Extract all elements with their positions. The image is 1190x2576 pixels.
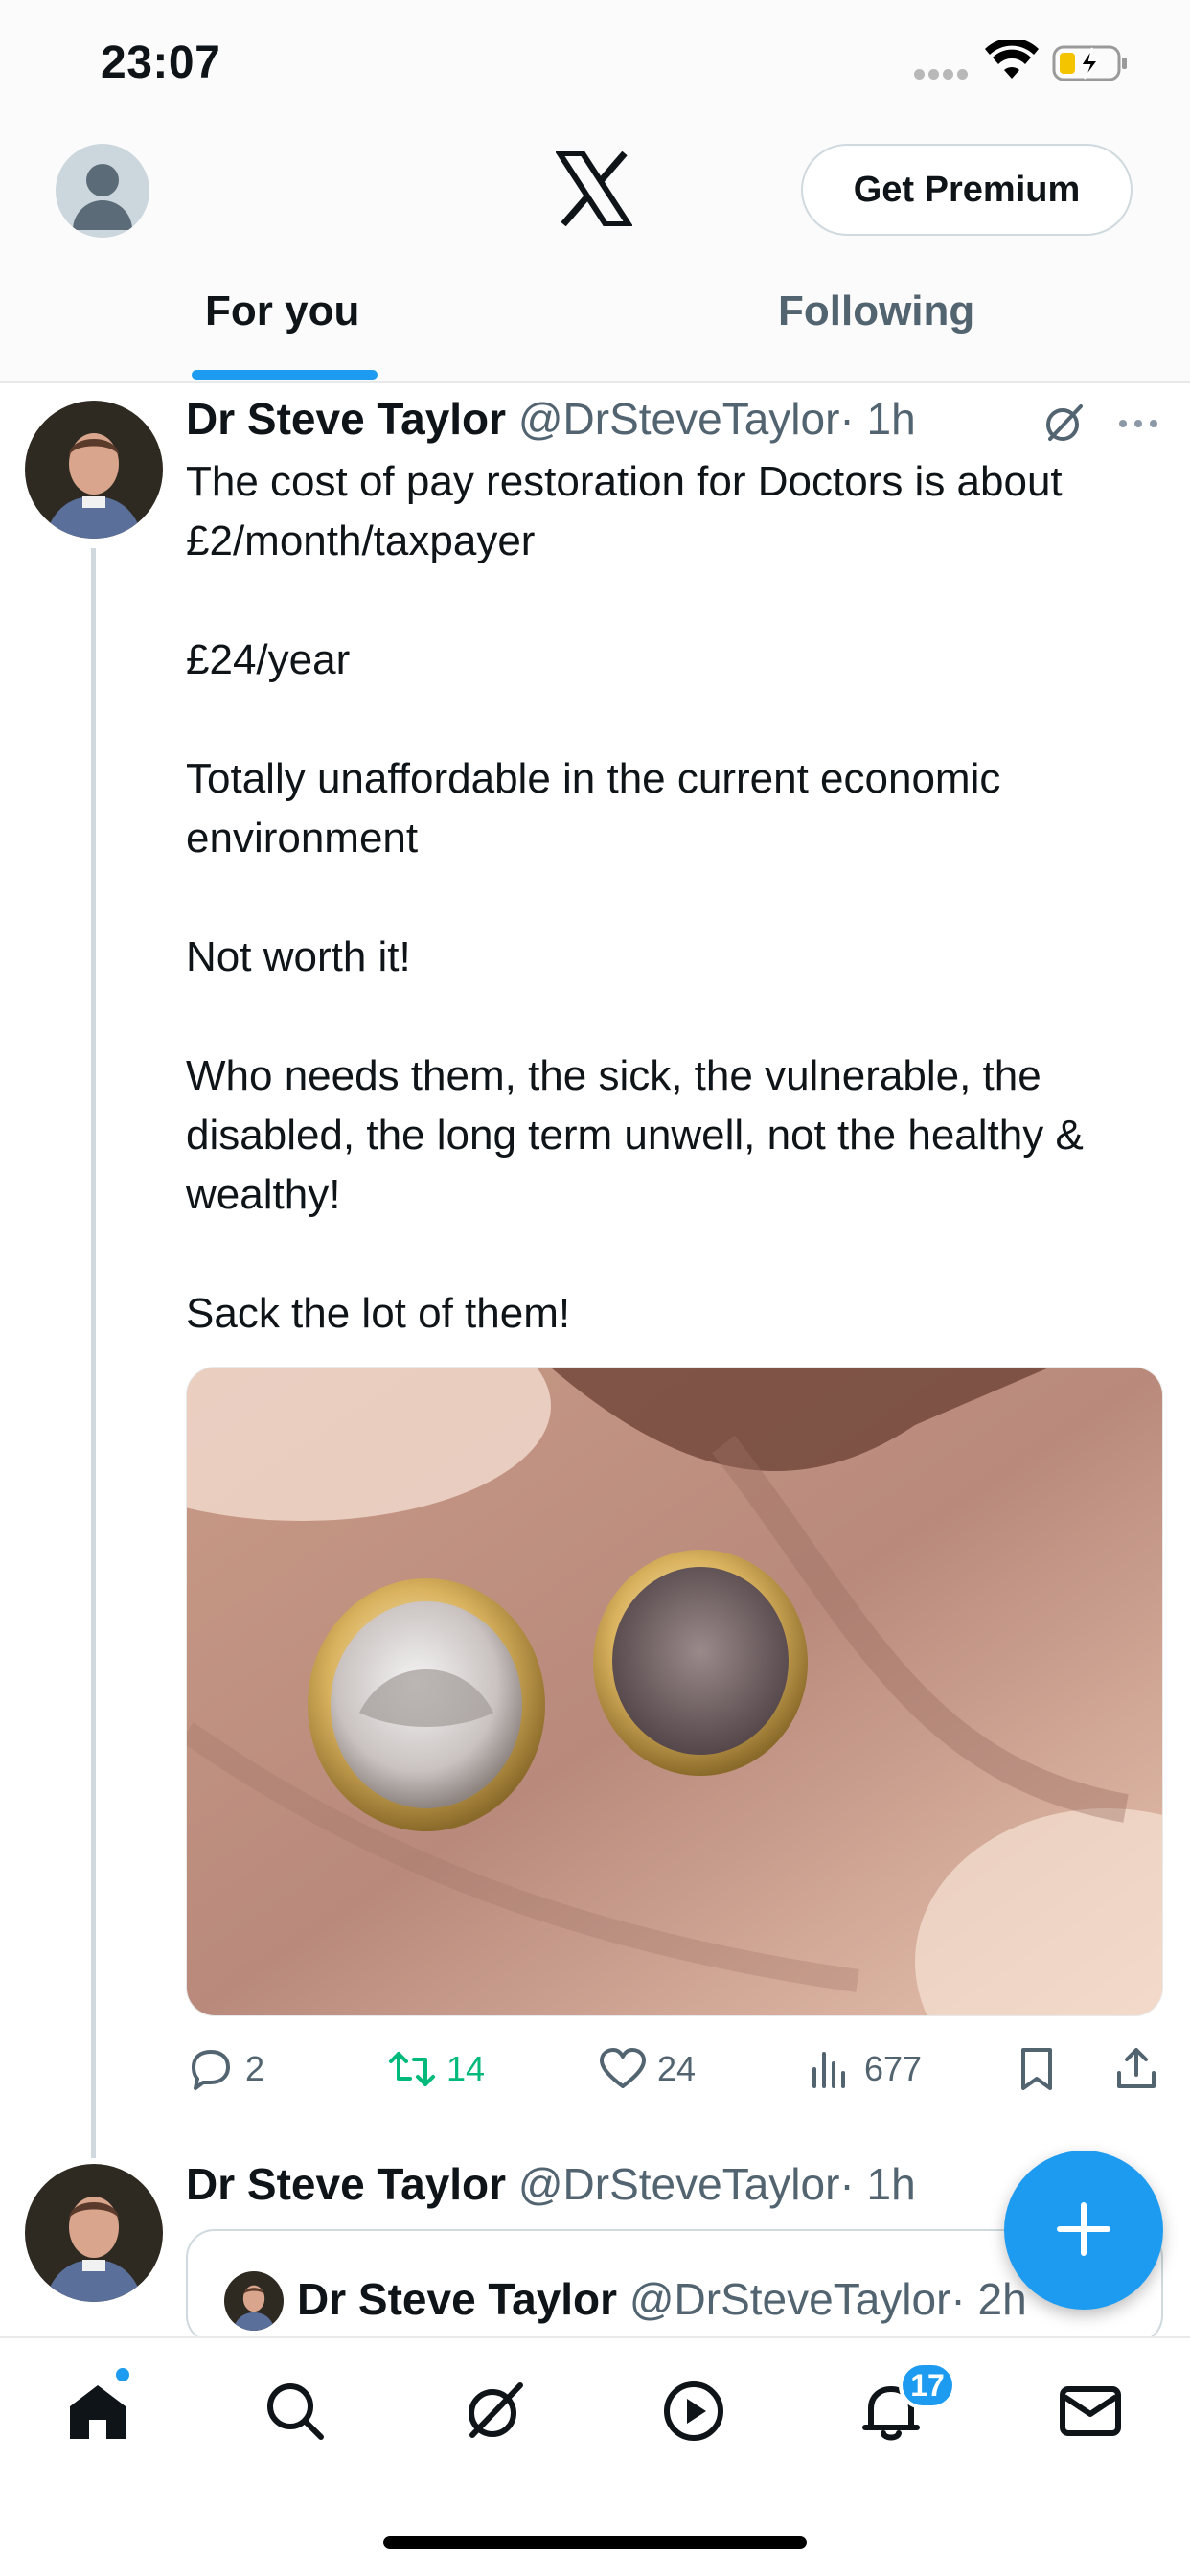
app-header: Get Premium For you Following	[0, 134, 1190, 383]
tweet-paragraph: Not worth it!	[186, 933, 411, 980]
grok-icon	[469, 2382, 523, 2438]
search-icon	[267, 2383, 324, 2440]
quoted-tweet-time: · 2h	[950, 2274, 1027, 2324]
wifi-icon	[985, 40, 1039, 79]
nav-search[interactable]	[257, 2373, 333, 2450]
play-icon	[664, 2381, 723, 2441]
tweet-paragraph: Totally unaffordable in the current econ…	[186, 755, 1001, 862]
nav-grok[interactable]	[456, 2373, 533, 2450]
tweet-paragraph: Who needs them, the sick, the vulnerable…	[186, 1052, 1084, 1218]
plus-icon	[1057, 2201, 1110, 2256]
reply-count: 2	[245, 2049, 265, 2088]
signal-icon	[914, 69, 970, 80]
author-photo	[25, 2164, 163, 2302]
active-tab-indicator	[192, 370, 378, 380]
status-bar: 23:07	[0, 0, 1190, 134]
view-count: 677	[864, 2049, 923, 2088]
author-name[interactable]: Dr Steve Taylor	[186, 2159, 506, 2209]
default-avatar-icon	[73, 164, 132, 230]
author-photo	[25, 401, 163, 539]
tweet-paragraph: The cost of pay restoration for Doctors …	[186, 458, 1063, 564]
battery-charging-icon	[1052, 45, 1127, 81]
quoted-tweet-header: Dr Steve Taylor @DrSteveTaylor· 2h	[297, 2273, 1027, 2325]
x-logo-icon[interactable]	[556, 151, 632, 226]
tweet-body: The cost of pay restoration for Doctors …	[186, 452, 1163, 1344]
author-name[interactable]: Dr Steve Taylor	[186, 394, 506, 444]
reply-icon	[192, 2050, 230, 2090]
views-button[interactable]: 677	[805, 2036, 922, 2103]
profile-avatar-button[interactable]	[56, 144, 149, 238]
status-time: 23:07	[101, 37, 221, 88]
nav-video[interactable]	[655, 2373, 732, 2450]
compose-post-button[interactable]	[1004, 2150, 1163, 2310]
retweet-count: 14	[446, 2049, 486, 2088]
home-indicator[interactable]	[383, 2536, 807, 2549]
heart-icon	[600, 2048, 646, 2088]
get-premium-button[interactable]: Get Premium	[801, 144, 1133, 236]
author-handle[interactable]: @DrSteveTaylor	[518, 2159, 840, 2209]
nav-messages[interactable]	[1052, 2373, 1129, 2450]
like-count: 24	[657, 2049, 697, 2088]
quoted-author-handle: @DrSteveTaylor	[629, 2274, 951, 2324]
mail-icon	[1060, 2386, 1121, 2436]
grok-icon[interactable]	[1042, 401, 1087, 445]
tweet-header: Dr Steve Taylor @DrSteveTaylor· 1h	[186, 2158, 916, 2210]
home-new-indicator	[113, 2365, 132, 2384]
quoted-author-name: Dr Steve Taylor	[297, 2274, 618, 2324]
tweet-author-avatar[interactable]	[25, 2164, 163, 2302]
tweet-paragraph: Sack the lot of them!	[186, 1290, 571, 1337]
tweet-header: Dr Steve Taylor @DrSteveTaylor· 1h	[186, 393, 916, 445]
nav-home[interactable]	[59, 2373, 136, 2450]
notification-badge: 17	[899, 2361, 956, 2409]
analytics-icon	[812, 2052, 845, 2088]
tweet-author-avatar[interactable]	[25, 401, 163, 539]
tweet-actions: 2 14 24 677	[186, 2036, 1173, 2103]
bookmark-icon	[1021, 2048, 1052, 2090]
reply-button[interactable]: 2	[186, 2036, 264, 2103]
retweet-icon	[389, 2052, 435, 2086]
author-photo	[224, 2271, 284, 2331]
home-icon	[70, 2385, 126, 2439]
tab-following[interactable]: Following	[778, 288, 974, 335]
share-icon	[1117, 2048, 1156, 2088]
thread-connector	[91, 548, 96, 2158]
tweet-time: · 1h	[839, 2159, 916, 2209]
bookmark-button[interactable]	[1012, 2036, 1062, 2103]
tweet-time: · 1h	[839, 394, 916, 444]
more-options-icon[interactable]	[1117, 418, 1159, 429]
tweet-image[interactable]	[186, 1367, 1163, 2016]
retweet-button[interactable]: 14	[387, 2036, 485, 2103]
share-button[interactable]	[1111, 2036, 1161, 2103]
author-handle[interactable]: @DrSteveTaylor	[518, 394, 840, 444]
tab-for-you[interactable]: For you	[205, 288, 359, 335]
coins-in-hand-photo	[187, 1368, 1162, 2015]
tweet-paragraph: £24/year	[186, 636, 351, 683]
quoted-author-avatar	[224, 2271, 284, 2331]
like-button[interactable]: 24	[598, 2036, 696, 2103]
